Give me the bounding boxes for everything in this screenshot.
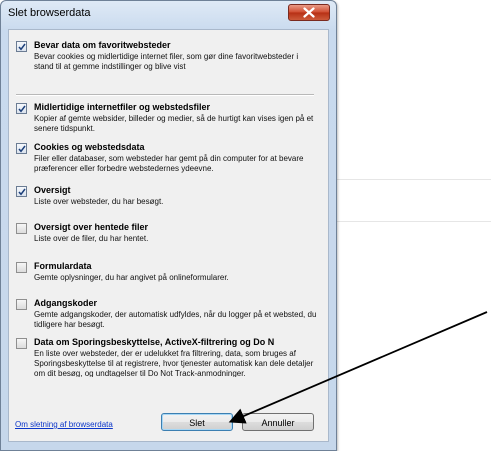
annotation-arrow xyxy=(228,311,488,424)
annotation-arrow-line xyxy=(228,311,488,424)
